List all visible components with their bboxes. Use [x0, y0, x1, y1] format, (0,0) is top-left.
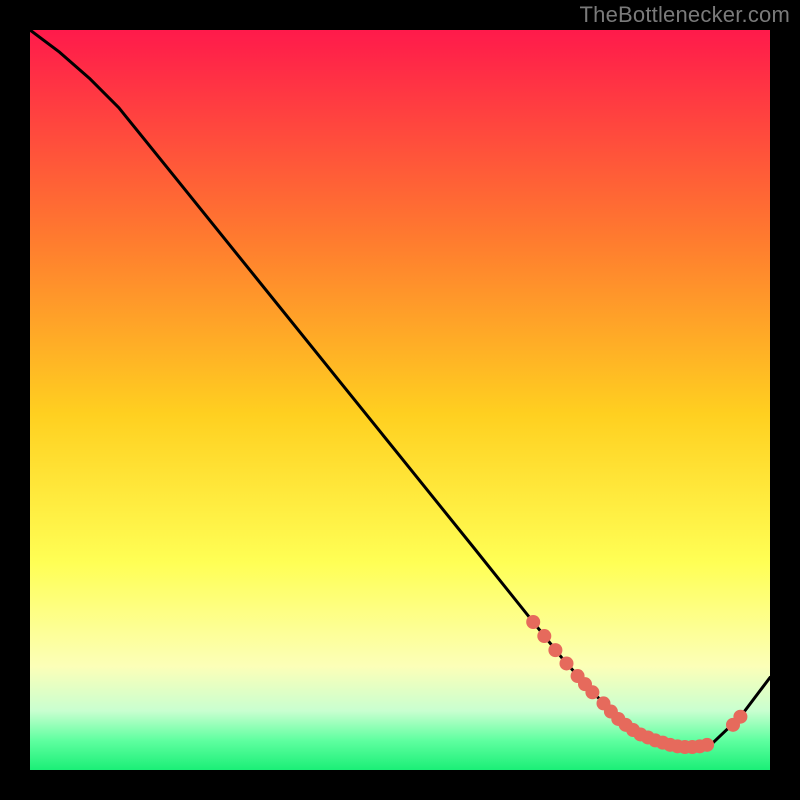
curve-marker [560, 656, 574, 670]
chart-stage: TheBottlenecker.com [0, 0, 800, 800]
gradient-background [30, 30, 770, 770]
curve-marker [548, 643, 562, 657]
curve-marker [526, 615, 540, 629]
curve-marker [700, 738, 714, 752]
chart-plot-area [30, 30, 770, 770]
chart-svg [30, 30, 770, 770]
curve-marker [585, 685, 599, 699]
curve-marker [733, 710, 747, 724]
attribution-label: TheBottlenecker.com [580, 2, 790, 28]
curve-marker [537, 629, 551, 643]
